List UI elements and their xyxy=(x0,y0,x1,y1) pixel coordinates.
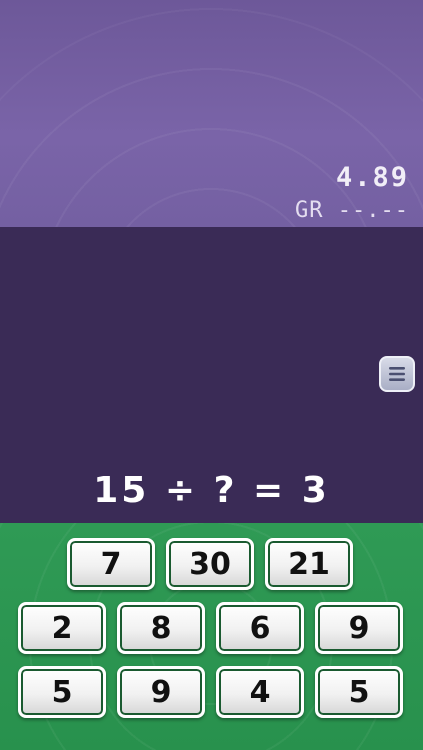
answer-tile[interactable]: 30 xyxy=(166,538,254,590)
menu-icon xyxy=(389,367,405,381)
menu-button[interactable] xyxy=(379,356,415,392)
answer-tile[interactable]: 9 xyxy=(315,602,403,654)
answer-tile[interactable]: 5 xyxy=(18,666,106,718)
answer-tile[interactable]: 4 xyxy=(216,666,304,718)
answer-tile[interactable]: 5 xyxy=(315,666,403,718)
answer-tile[interactable]: 8 xyxy=(117,602,205,654)
answer-tile[interactable]: 7 xyxy=(67,538,155,590)
answer-tile[interactable]: 6 xyxy=(216,602,304,654)
answer-tile[interactable]: 2 xyxy=(18,602,106,654)
answer-tile[interactable]: 21 xyxy=(265,538,353,590)
timer-readout: 4.89 xyxy=(335,162,409,193)
grade-readout: GR --.-- xyxy=(295,198,409,223)
top-panel: 4.89 GR --.-- xyxy=(0,0,423,227)
answer-tile[interactable]: 9 xyxy=(117,666,205,718)
equation-text: 15 ÷ ? = 3 xyxy=(93,470,330,511)
answer-panel: 7 30 21 2 8 6 9 5 9 4 5 xyxy=(0,523,423,750)
